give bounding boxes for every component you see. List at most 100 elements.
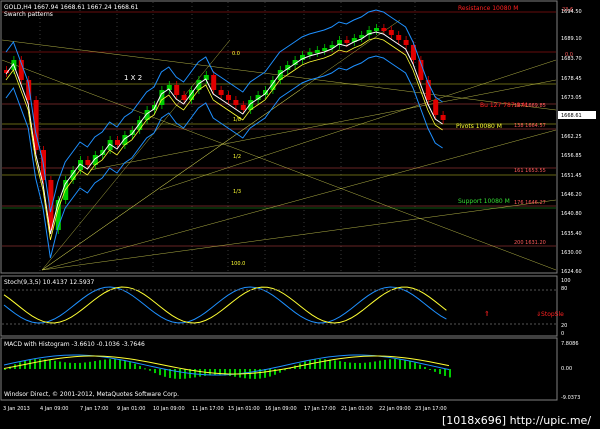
macd-bar: [159, 369, 161, 376]
macd-bar: [334, 360, 336, 369]
copyright: Windsor Direct, © 2001-2012, MetaQuotes …: [4, 391, 179, 398]
macd-bar: [89, 361, 91, 369]
macd-bar: [449, 369, 451, 378]
macd-bar: [104, 359, 106, 369]
macd-bar: [174, 369, 176, 379]
candle-body: [174, 85, 180, 95]
macd-bar: [99, 360, 101, 369]
macd-bar: [69, 362, 71, 369]
note-1x2: 1 X 2: [124, 74, 142, 82]
time-tick: 23 Jan 17:00: [415, 406, 447, 412]
macd-bar: [54, 360, 56, 369]
macd-bar: [129, 361, 131, 369]
price-tick: 1635.40: [561, 231, 582, 237]
price-tick: 1673.05: [561, 95, 582, 101]
macd-bar: [39, 359, 41, 369]
macd-bar: [264, 369, 266, 378]
macd-bar: [414, 362, 416, 369]
macd-tick: 0.00: [561, 366, 572, 372]
price-axis: 1694.50 1689.10 1683.70 1678.45 1673.05 …: [561, 9, 582, 275]
stop-icon: ⇑: [484, 310, 490, 318]
macd-bar: [379, 360, 381, 369]
stoch-tick: 0: [561, 331, 564, 337]
time-axis: 3 Jan 2013 4 Jan 09:00 7 Jan 17:00 9 Jan…: [3, 406, 447, 412]
candle-body: [115, 140, 120, 145]
fib-127-label: 127 1669.85: [514, 103, 546, 109]
price-tick: 1656.85: [561, 153, 582, 159]
pivots-label: Pivots 10080 M: [456, 123, 502, 130]
macd-bar: [439, 369, 441, 375]
candle-body: [396, 35, 402, 40]
trading-chart: GOLD,H4 1667.94 1668.61 1667.24 1668.61 …: [0, 0, 596, 427]
macd-bar: [374, 361, 376, 369]
time-tick: 7 Jan 17:00: [80, 406, 108, 412]
macd-bar: [399, 359, 401, 369]
stoch-tick: 80: [561, 286, 567, 292]
chart-subtitle: Swarch patterns: [4, 11, 53, 18]
candle-body: [344, 40, 350, 43]
macd-bar: [149, 369, 151, 371]
time-tick: 21 Jan 01:00: [341, 406, 373, 412]
price-tick: 1651.45: [561, 173, 582, 179]
candle-body: [433, 100, 439, 115]
macd-bar: [234, 369, 236, 377]
macd-bar: [59, 361, 61, 369]
candle-body: [403, 40, 409, 45]
macd-bar: [369, 362, 371, 369]
macd-bar: [254, 369, 256, 379]
macd-bar: [84, 362, 86, 369]
macd-bar: [424, 367, 426, 369]
time-tick: 15 Jan 01:00: [228, 406, 260, 412]
macd-bar: [389, 359, 391, 369]
candle-body: [440, 115, 446, 120]
macd-bar: [34, 359, 36, 369]
macd-bar: [119, 359, 121, 369]
time-tick: 4 Jan 09:00: [40, 406, 68, 412]
macd-bar: [394, 359, 396, 369]
stoch-label: Stoch(9,3,5) 10.4137 12.5937: [4, 279, 95, 286]
macd-bar: [139, 365, 141, 369]
fib-138-label: 138 1664.57: [514, 123, 546, 129]
macd-bar: [349, 362, 351, 369]
stoch-axis: 100 80 20 0: [561, 278, 571, 337]
price-tick: 1662.25: [561, 134, 582, 140]
price-tick: 1694.50: [561, 9, 582, 15]
price-tick: 1630.00: [561, 250, 582, 256]
candle-body: [381, 28, 387, 31]
candle-body: [218, 90, 224, 95]
macd-bar: [269, 369, 271, 377]
candle-body: [233, 100, 239, 105]
macd-bar: [429, 369, 431, 370]
macd-bar: [94, 361, 96, 369]
candle-body: [226, 95, 231, 100]
macd-bar: [274, 369, 276, 375]
macd-bar: [364, 362, 366, 369]
main-price-panel: [0, 0, 558, 274]
macd-bar: [344, 361, 346, 369]
stoch-tick: 20: [561, 323, 567, 329]
macd-tick: -9.0373: [561, 395, 580, 401]
candle-body: [388, 30, 394, 35]
macd-bar: [329, 359, 331, 369]
price-tick: 1689.10: [561, 36, 582, 42]
macd-bar: [134, 363, 136, 369]
macd-bar: [4, 369, 6, 370]
note-eighth-a: 1/8: [233, 117, 241, 123]
price-tick: 1678.45: [561, 76, 582, 82]
price-tick: 1640.80: [561, 211, 582, 217]
macd-bar: [434, 369, 436, 372]
fib-176-label: 176 1646.27: [514, 200, 546, 206]
candle-body: [374, 28, 379, 31]
note-hundred: 100.0: [231, 261, 245, 267]
macd-bar: [144, 368, 146, 370]
chart-title: GOLD,H4 1667.94 1668.61 1667.24 1668.61: [4, 4, 139, 11]
macd-bar: [124, 360, 126, 369]
macd-bar: [404, 359, 406, 369]
fib-200-label: 200 1631.20: [514, 240, 546, 246]
macd-bar: [64, 362, 66, 369]
candle-body: [211, 75, 217, 90]
macd-bar: [444, 369, 446, 376]
current-price: 1668.61: [561, 113, 582, 119]
macd-bar: [49, 360, 51, 369]
macd-bar: [354, 362, 356, 369]
